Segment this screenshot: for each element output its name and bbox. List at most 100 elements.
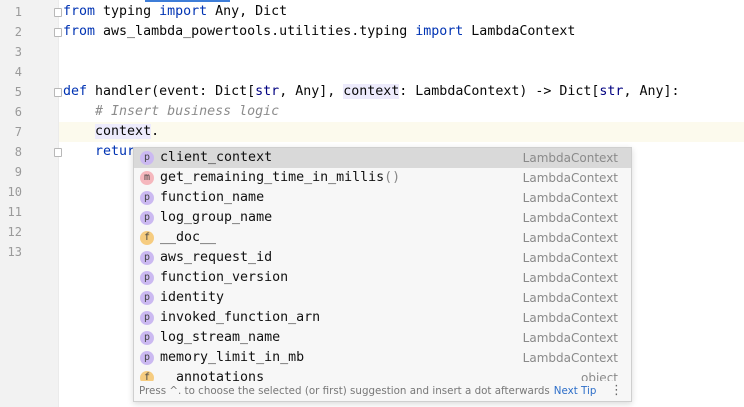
code-token: import	[159, 4, 208, 19]
more-options-icon[interactable]: ⋮	[610, 381, 623, 401]
completion-name: invoked_function_arn	[160, 308, 320, 328]
completion-item[interactable]: p function_version LambdaContext	[134, 268, 631, 288]
code-token: from	[63, 4, 96, 19]
fold-marker-icon[interactable]	[54, 88, 62, 97]
completion-name: log_stream_name	[160, 328, 280, 348]
line-number: 13	[7, 245, 22, 259]
completion-label: log_stream_name	[160, 330, 281, 345]
line-number: 6	[14, 105, 22, 119]
completion-label: aws_request_id	[160, 250, 273, 265]
code-token: , Any]:	[623, 84, 680, 99]
code-line: def handler(event: Dict[str, Any], conte…	[63, 82, 744, 102]
field-icon: f	[140, 231, 154, 245]
completion-type: LambdaContext	[522, 191, 618, 205]
completion-item[interactable]: p function_name LambdaContext	[134, 188, 631, 208]
property-icon: p	[140, 211, 154, 225]
line-number: 12	[7, 225, 22, 239]
method-icon: m	[140, 171, 154, 185]
property-icon: p	[140, 311, 154, 325]
code-token: str	[255, 84, 280, 99]
completion-name: function_name	[160, 188, 264, 208]
completion-type: LambdaContext	[522, 291, 618, 305]
completion-label: function_name	[160, 190, 265, 205]
property-icon: p	[140, 151, 154, 165]
code-token: : LambdaContext) -> Dict[	[399, 84, 600, 99]
code-token: import	[415, 24, 464, 39]
completion-item[interactable]: f __doc__ LambdaContext	[134, 228, 631, 248]
completion-type: LambdaContext	[522, 351, 618, 365]
current-line: context.	[59, 122, 744, 142]
line-number: 11	[7, 205, 22, 219]
completion-label: get_remaining_time_in_millis	[160, 170, 385, 185]
code-token: typing	[95, 4, 160, 19]
completion-type: LambdaContext	[522, 251, 618, 265]
line-number: 10	[7, 185, 22, 199]
completion-name: client_context	[160, 148, 272, 168]
code-token: Any, Dict	[207, 4, 288, 19]
completion-type: LambdaContext	[522, 211, 618, 225]
completion-item[interactable]: p memory_limit_in_mb LambdaContext	[134, 348, 631, 368]
line-number: 2	[14, 25, 22, 39]
code-token: aws_lambda_powertools.utilities.typing	[95, 24, 416, 39]
completion-label: invoked_function_arn	[160, 310, 321, 325]
line-number: 9	[14, 165, 22, 179]
line-number: 8	[14, 145, 22, 159]
code-token: context	[343, 84, 400, 99]
code-token: .	[151, 124, 160, 139]
line-number: 3	[14, 45, 22, 59]
completion-name: aws_request_id	[160, 248, 272, 268]
completion-label: identity	[160, 290, 225, 305]
footer-hint: Press ^. to choose the selected (or firs…	[139, 385, 550, 397]
code-token: LambdaContext	[463, 24, 576, 39]
fold-marker-icon[interactable]	[54, 148, 62, 157]
completion-item[interactable]: p invoked_function_arn LambdaContext	[134, 308, 631, 328]
property-icon: p	[140, 191, 154, 205]
completion-item[interactable]: p client_context LambdaContext	[134, 148, 631, 168]
code-token: retur	[95, 144, 136, 159]
property-icon: p	[140, 271, 154, 285]
completion-type: LambdaContext	[522, 311, 618, 325]
completion-label: __doc__	[160, 230, 217, 245]
completion-name: memory_limit_in_mb	[160, 348, 304, 368]
code-line: from typing import Any, Dict	[63, 2, 744, 22]
completion-label: log_group_name	[160, 210, 273, 225]
property-icon: p	[140, 351, 154, 365]
completion-name: get_remaining_time_in_millis()	[160, 168, 400, 188]
fold-marker-icon[interactable]	[54, 8, 62, 17]
code-token: from	[63, 24, 96, 39]
completion-popup: p client_context LambdaContext m get_remaini…	[133, 147, 632, 402]
fold-marker-icon[interactable]	[54, 28, 62, 37]
completion-type: LambdaContext	[522, 331, 618, 345]
next-tip-link[interactable]: Next Tip	[554, 385, 597, 397]
property-icon: p	[140, 251, 154, 265]
completion-label: function_version	[160, 270, 289, 285]
code-token: # Insert business logic	[95, 104, 280, 119]
completion-type: LambdaContext	[522, 231, 618, 245]
completion-type: LambdaContext	[522, 171, 618, 185]
code-token: context	[95, 124, 152, 139]
completion-name: __doc__	[160, 228, 216, 248]
line-number: 5	[14, 85, 22, 99]
completion-footer: Press ^. to choose the selected (or firs…	[134, 381, 631, 401]
completion-item[interactable]: p log_stream_name LambdaContext	[134, 328, 631, 348]
completion-name: log_group_name	[160, 208, 272, 228]
line-number: 4	[14, 65, 22, 79]
completion-item[interactable]: p aws_request_id LambdaContext	[134, 248, 631, 268]
line-number: 1	[14, 5, 22, 19]
code-line: from aws_lambda_powertools.utilities.typ…	[63, 22, 744, 42]
completion-type: LambdaContext	[522, 151, 618, 165]
code-token: , Any],	[279, 84, 344, 99]
completion-type: LambdaContext	[522, 271, 618, 285]
completion-item[interactable]: m get_remaining_time_in_millis() LambdaCon…	[134, 168, 631, 188]
completion-name: function_version	[160, 268, 288, 288]
code-token: str	[599, 84, 624, 99]
completion-item[interactable]: p log_group_name LambdaContext	[134, 208, 631, 228]
property-icon: p	[140, 331, 154, 345]
completion-suffix: ()	[384, 170, 401, 185]
completion-label: client_context	[160, 150, 273, 165]
completion-item[interactable]: p identity LambdaContext	[134, 288, 631, 308]
